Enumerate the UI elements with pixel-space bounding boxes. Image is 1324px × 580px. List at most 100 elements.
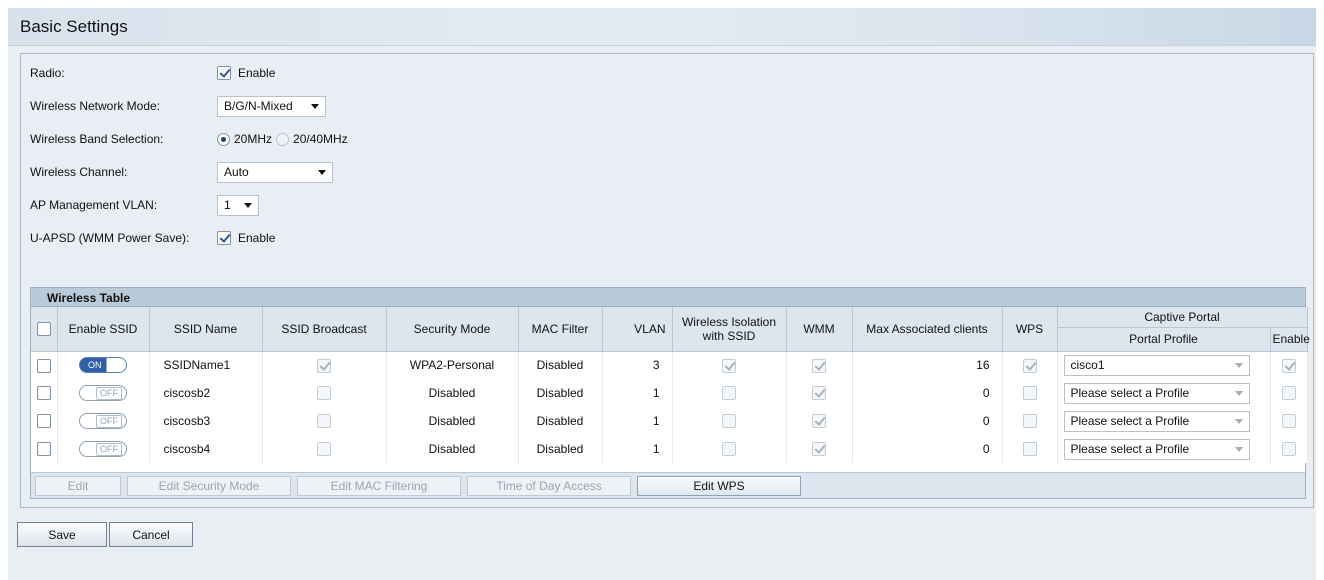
vlan-cell: 1 [602, 407, 673, 435]
save-button[interactable]: Save [17, 522, 107, 547]
band-20mhz-radio[interactable] [217, 132, 230, 146]
portal-profile-select[interactable]: Please select a Profile [1063, 382, 1250, 404]
network-mode-row: Wireless Network Mode: B/G/N-Mixed [30, 95, 326, 117]
header-security-mode: Security Mode [386, 307, 519, 352]
wmm-checkbox [812, 358, 826, 373]
ssid-broadcast-checkbox [317, 414, 331, 429]
portal-enable-checkbox [1281, 442, 1296, 457]
header-enable-ssid: Enable SSID [57, 307, 150, 352]
ssid-broadcast-checkbox [317, 358, 331, 373]
ssid-name-cell: ciscosb2 [149, 379, 263, 407]
security-mode-cell: Disabled [386, 379, 519, 407]
max-clients-cell: 0 [852, 379, 1003, 407]
wps-checkbox [1022, 442, 1037, 457]
portal-profile-value: cisco1 [1070, 358, 1105, 373]
vlan-label: AP Management VLAN: [30, 198, 158, 212]
wmm-checkbox [812, 386, 826, 401]
ssid-name-cell: ciscosb3 [149, 407, 263, 435]
table-row: OFF ciscosb3 Disabled Disabled 1 0 Pleas… [31, 407, 1308, 435]
channel-label: Wireless Channel: [30, 165, 128, 179]
channel-value: Auto [224, 165, 249, 179]
radio-enable-checkbox[interactable] [217, 66, 231, 80]
band-2040mhz-label: 20/40MHz [293, 132, 348, 146]
edit-wps-button[interactable]: Edit WPS [637, 476, 801, 496]
portal-profile-value: Please select a Profile [1070, 386, 1190, 400]
chevron-down-icon [311, 103, 319, 109]
vlan-cell: 3 [602, 351, 673, 379]
ssid-toggle[interactable]: ON [79, 357, 127, 374]
ssid-broadcast-checkbox [317, 442, 331, 457]
ssid-broadcast-checkbox [317, 386, 331, 401]
portal-profile-select[interactable]: cisco1 [1063, 354, 1250, 376]
row-select-checkbox[interactable] [36, 386, 51, 401]
wireless-table-grid: Enable SSID SSID Name SSID Broadcast Sec… [31, 307, 1310, 463]
table-row: OFF ciscosb4 Disabled Disabled 1 0 Pleas… [31, 435, 1308, 463]
edit-mac-filtering-button[interactable]: Edit MAC Filtering [297, 476, 461, 496]
band-20mhz-label: 20MHz [234, 132, 273, 146]
header-portal-profile: Portal Profile [1057, 327, 1271, 352]
mac-filter-cell: Disabled [518, 351, 603, 379]
header-wps: WPS [1002, 307, 1058, 352]
ssid-toggle[interactable]: OFF [79, 413, 127, 429]
row-select-checkbox[interactable] [36, 442, 51, 457]
uapsd-enable-checkbox[interactable] [217, 231, 231, 245]
radio-enable-label: Enable [238, 66, 276, 80]
header-vlan: VLAN [602, 307, 673, 352]
vlan-select[interactable]: 1 [217, 194, 259, 216]
toggle-label: OFF [96, 415, 122, 428]
vlan-row: AP Management VLAN: 1 [30, 194, 259, 216]
uapsd-enable-label: Enable [238, 231, 276, 245]
header-captive-portal: Captive Portal [1057, 307, 1308, 328]
ssid-toggle[interactable]: OFF [79, 385, 127, 401]
max-clients-cell: 0 [852, 435, 1003, 463]
security-mode-cell: WPA2-Personal [386, 351, 519, 379]
portal-profile-select[interactable]: Please select a Profile [1063, 410, 1250, 432]
header-ssid-broadcast: SSID Broadcast [262, 307, 387, 352]
header-wmm: WMM [786, 307, 853, 352]
wps-checkbox [1022, 386, 1037, 401]
chevron-down-icon [1234, 362, 1243, 368]
radio-label: Radio: [30, 66, 65, 80]
wireless-table-title: Wireless Table [31, 288, 1305, 307]
uapsd-label: U-APSD (WMM Power Save): [30, 231, 190, 245]
vlan-cell: 1 [602, 435, 673, 463]
band-2040mhz-radio[interactable] [276, 132, 290, 146]
cancel-button[interactable]: Cancel [109, 522, 193, 547]
edit-security-mode-button[interactable]: Edit Security Mode [127, 476, 291, 496]
uapsd-row: U-APSD (WMM Power Save): Enable [30, 227, 275, 249]
mac-filter-cell: Disabled [518, 379, 603, 407]
chevron-down-icon [244, 202, 252, 208]
toggle-label: OFF [96, 387, 122, 400]
network-mode-select[interactable]: B/G/N-Mixed [217, 95, 326, 117]
chevron-down-icon [1234, 390, 1243, 396]
band-label: Wireless Band Selection: [30, 132, 164, 146]
edit-button[interactable]: Edit [35, 476, 121, 496]
mac-filter-cell: Disabled [518, 435, 603, 463]
ssid-name-cell: ciscosb4 [149, 435, 263, 463]
wmm-checkbox [812, 414, 826, 429]
wmm-checkbox [812, 442, 826, 457]
toggle-label: ON [88, 360, 102, 371]
portal-profile-select[interactable]: Please select a Profile [1063, 438, 1250, 460]
portal-profile-value: Please select a Profile [1070, 414, 1190, 428]
header-max-clients: Max Associated clients [852, 307, 1003, 352]
mac-filter-cell: Disabled [518, 407, 603, 435]
radio-row: Radio: Enable [30, 62, 275, 84]
chevron-down-icon [318, 169, 326, 175]
wps-checkbox [1022, 414, 1037, 429]
channel-select[interactable]: Auto [217, 161, 333, 183]
time-of-day-access-button[interactable]: Time of Day Access [467, 476, 631, 496]
toggle-label: OFF [96, 443, 122, 456]
page-title: Basic Settings [8, 8, 1316, 46]
chevron-down-icon [1234, 446, 1243, 452]
isolation-checkbox [722, 414, 736, 429]
ssid-toggle[interactable]: OFF [79, 441, 127, 457]
header-isolation: Wireless Isolation with SSID [672, 307, 787, 352]
ssid-name-cell: SSIDName1 [149, 351, 263, 379]
vlan-value: 1 [224, 198, 231, 212]
select-all-checkbox[interactable] [36, 322, 51, 337]
wireless-table: Wireless Table Enable SSID SSID Name SSI… [30, 287, 1310, 499]
row-select-checkbox[interactable] [36, 414, 51, 429]
portal-enable-checkbox [1281, 414, 1296, 429]
row-select-checkbox[interactable] [36, 358, 51, 373]
